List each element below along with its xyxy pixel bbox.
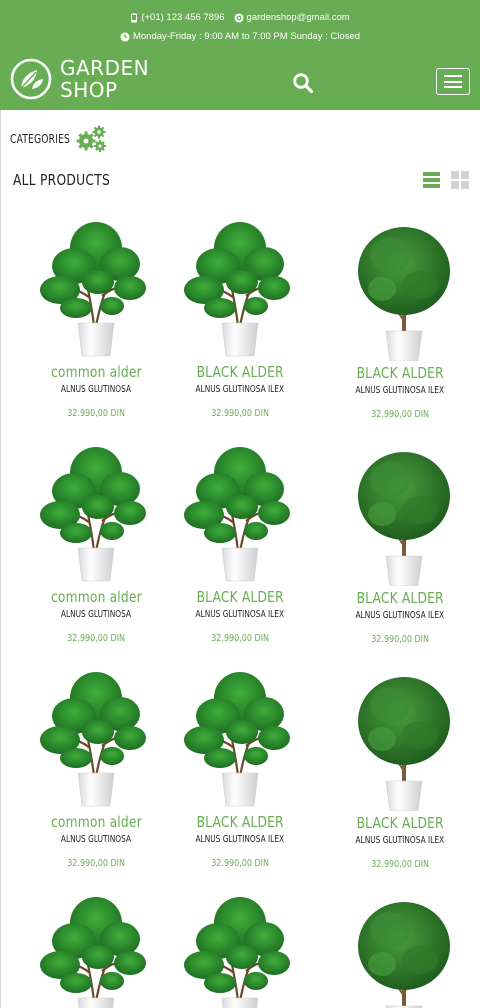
email-contact[interactable]: gardenshop@gmail.com (234, 12, 350, 23)
product-price-text: 32.990,00 DIN (67, 633, 125, 644)
product-latin-name-text: ALNUS GLUTINOSA ILEX (355, 385, 445, 396)
product-price: 32.990,00 DIN (16, 633, 176, 644)
product-latin-name-text: ALNUS GLUTINOSA ILEX (195, 384, 285, 395)
plant-image (358, 452, 450, 586)
logo-line-2: SHOP (60, 78, 118, 102)
logo-wordmark: GARDEN SHOP (60, 57, 149, 101)
email-address: gardenshop@gmail.com (246, 12, 350, 23)
logo-line-1: GARDEN (60, 56, 150, 80)
categories-toggle[interactable]: CATEGORIES (10, 124, 108, 154)
product-name: common alder (16, 813, 176, 831)
plant-image (184, 222, 290, 357)
product-name: BLACK ALDER (160, 588, 320, 606)
product-latin-name: ALNUS GLUTINOSA (16, 609, 176, 620)
plant-image (358, 677, 450, 811)
plant-image (358, 227, 450, 361)
product-name-text: BLACK ALDER (356, 589, 444, 607)
product-latin-name: ALNUS GLUTINOSA ILEX (160, 609, 320, 620)
product-name: BLACK ALDER (160, 363, 320, 381)
plant-image (184, 897, 290, 1008)
hours-text: Monday-Friday : 9:00 AM to 7:00 PM Sunda… (132, 31, 361, 42)
product-price: 32.990,00 DIN (320, 859, 480, 870)
plant-image (358, 902, 450, 1008)
product-price: 32.990,00 DIN (160, 408, 320, 419)
product-latin-name: ALNUS GLUTINOSA ILEX (320, 610, 480, 621)
product-latin-name-text: ALNUS GLUTINOSA ILEX (195, 609, 285, 620)
product-latin-name: ALNUS GLUTINOSA ILEX (160, 834, 320, 845)
product-name-text: BLACK ALDER (356, 364, 444, 382)
product-price: 32.990,00 DIN (16, 408, 176, 419)
top-header: (+01) 123 456 7896 gardenshop@gmail.com … (0, 0, 480, 110)
product-latin-name: ALNUS GLUTINOSA (16, 834, 176, 845)
plant-image (40, 897, 146, 1008)
product-latin-name-text: ALNUS GLUTINOSA ILEX (355, 610, 445, 621)
product-name-text: common alder (50, 813, 142, 831)
product-price: 32.990,00 DIN (320, 634, 480, 645)
clock-icon (120, 32, 130, 41)
product-price-text: 32.990,00 DIN (67, 408, 125, 419)
plant-image (184, 672, 290, 807)
product-name-text: BLACK ALDER (356, 814, 444, 832)
phone-icon (131, 13, 138, 22)
opening-hours: Monday-Friday : 9:00 AM to 7:00 PM Sunda… (0, 31, 480, 42)
product-name: common alder (16, 588, 176, 606)
product-latin-name-text: ALNUS GLUTINOSA ILEX (195, 834, 285, 845)
product-price-text: 32.990,00 DIN (211, 633, 269, 644)
plant-image (40, 672, 146, 807)
phone-contact[interactable]: (+01) 123 456 7896 (130, 12, 225, 23)
product-name: BLACK ALDER (320, 814, 480, 832)
product-price: 32.990,00 DIN (160, 858, 320, 869)
phone-number: (+01) 123 456 7896 (141, 12, 225, 23)
categories-label: CATEGORIES (10, 132, 71, 146)
product-price-text: 32.990,00 DIN (371, 634, 429, 645)
product-price-text: 32.990,00 DIN (371, 859, 429, 870)
product-latin-name: ALNUS GLUTINOSA ILEX (160, 384, 320, 395)
product-price: 32.990,00 DIN (320, 409, 480, 420)
product-name: BLACK ALDER (160, 813, 320, 831)
gears-icon (76, 125, 106, 152)
search-icon[interactable] (292, 72, 314, 94)
at-icon (234, 13, 244, 22)
product-price-text: 32.990,00 DIN (371, 409, 429, 420)
product-price-text: 32.990,00 DIN (67, 858, 125, 869)
plant-image (40, 447, 146, 582)
grid-view-icon[interactable] (451, 171, 469, 189)
product-name-text: common alder (50, 588, 142, 606)
product-name: BLACK ALDER (320, 589, 480, 607)
plant-image (40, 222, 146, 357)
product-price-text: 32.990,00 DIN (211, 858, 269, 869)
product-latin-name: ALNUS GLUTINOSA ILEX (320, 835, 480, 846)
product-price: 32.990,00 DIN (160, 633, 320, 644)
plant-image (184, 447, 290, 582)
product-name: BLACK ALDER (320, 364, 480, 382)
product-latin-name: ALNUS GLUTINOSA ILEX (320, 385, 480, 396)
product-latin-name-text: ALNUS GLUTINOSA (60, 384, 132, 395)
product-name-text: BLACK ALDER (196, 588, 284, 606)
product-name-text: common alder (50, 363, 142, 381)
list-view-icon[interactable] (423, 172, 440, 188)
product-latin-name-text: ALNUS GLUTINOSA (60, 834, 132, 845)
product-latin-name-text: ALNUS GLUTINOSA (60, 609, 132, 620)
product-price-text: 32.990,00 DIN (211, 408, 269, 419)
contact-info: (+01) 123 456 7896 gardenshop@gmail.com (0, 12, 480, 23)
site-logo[interactable]: GARDEN SHOP (10, 57, 149, 101)
product-name: common alder (16, 363, 176, 381)
product-price: 32.990,00 DIN (16, 858, 176, 869)
product-name-text: BLACK ALDER (196, 813, 284, 831)
product-latin-name: ALNUS GLUTINOSA (16, 384, 176, 395)
leaf-logo-icon (10, 58, 52, 100)
product-name-text: BLACK ALDER (196, 363, 284, 381)
product-latin-name-text: ALNUS GLUTINOSA ILEX (355, 835, 445, 846)
hamburger-menu-icon[interactable] (436, 68, 470, 95)
page-border (0, 110, 1, 1008)
page-title: ALL PRODUCTS (13, 171, 111, 189)
